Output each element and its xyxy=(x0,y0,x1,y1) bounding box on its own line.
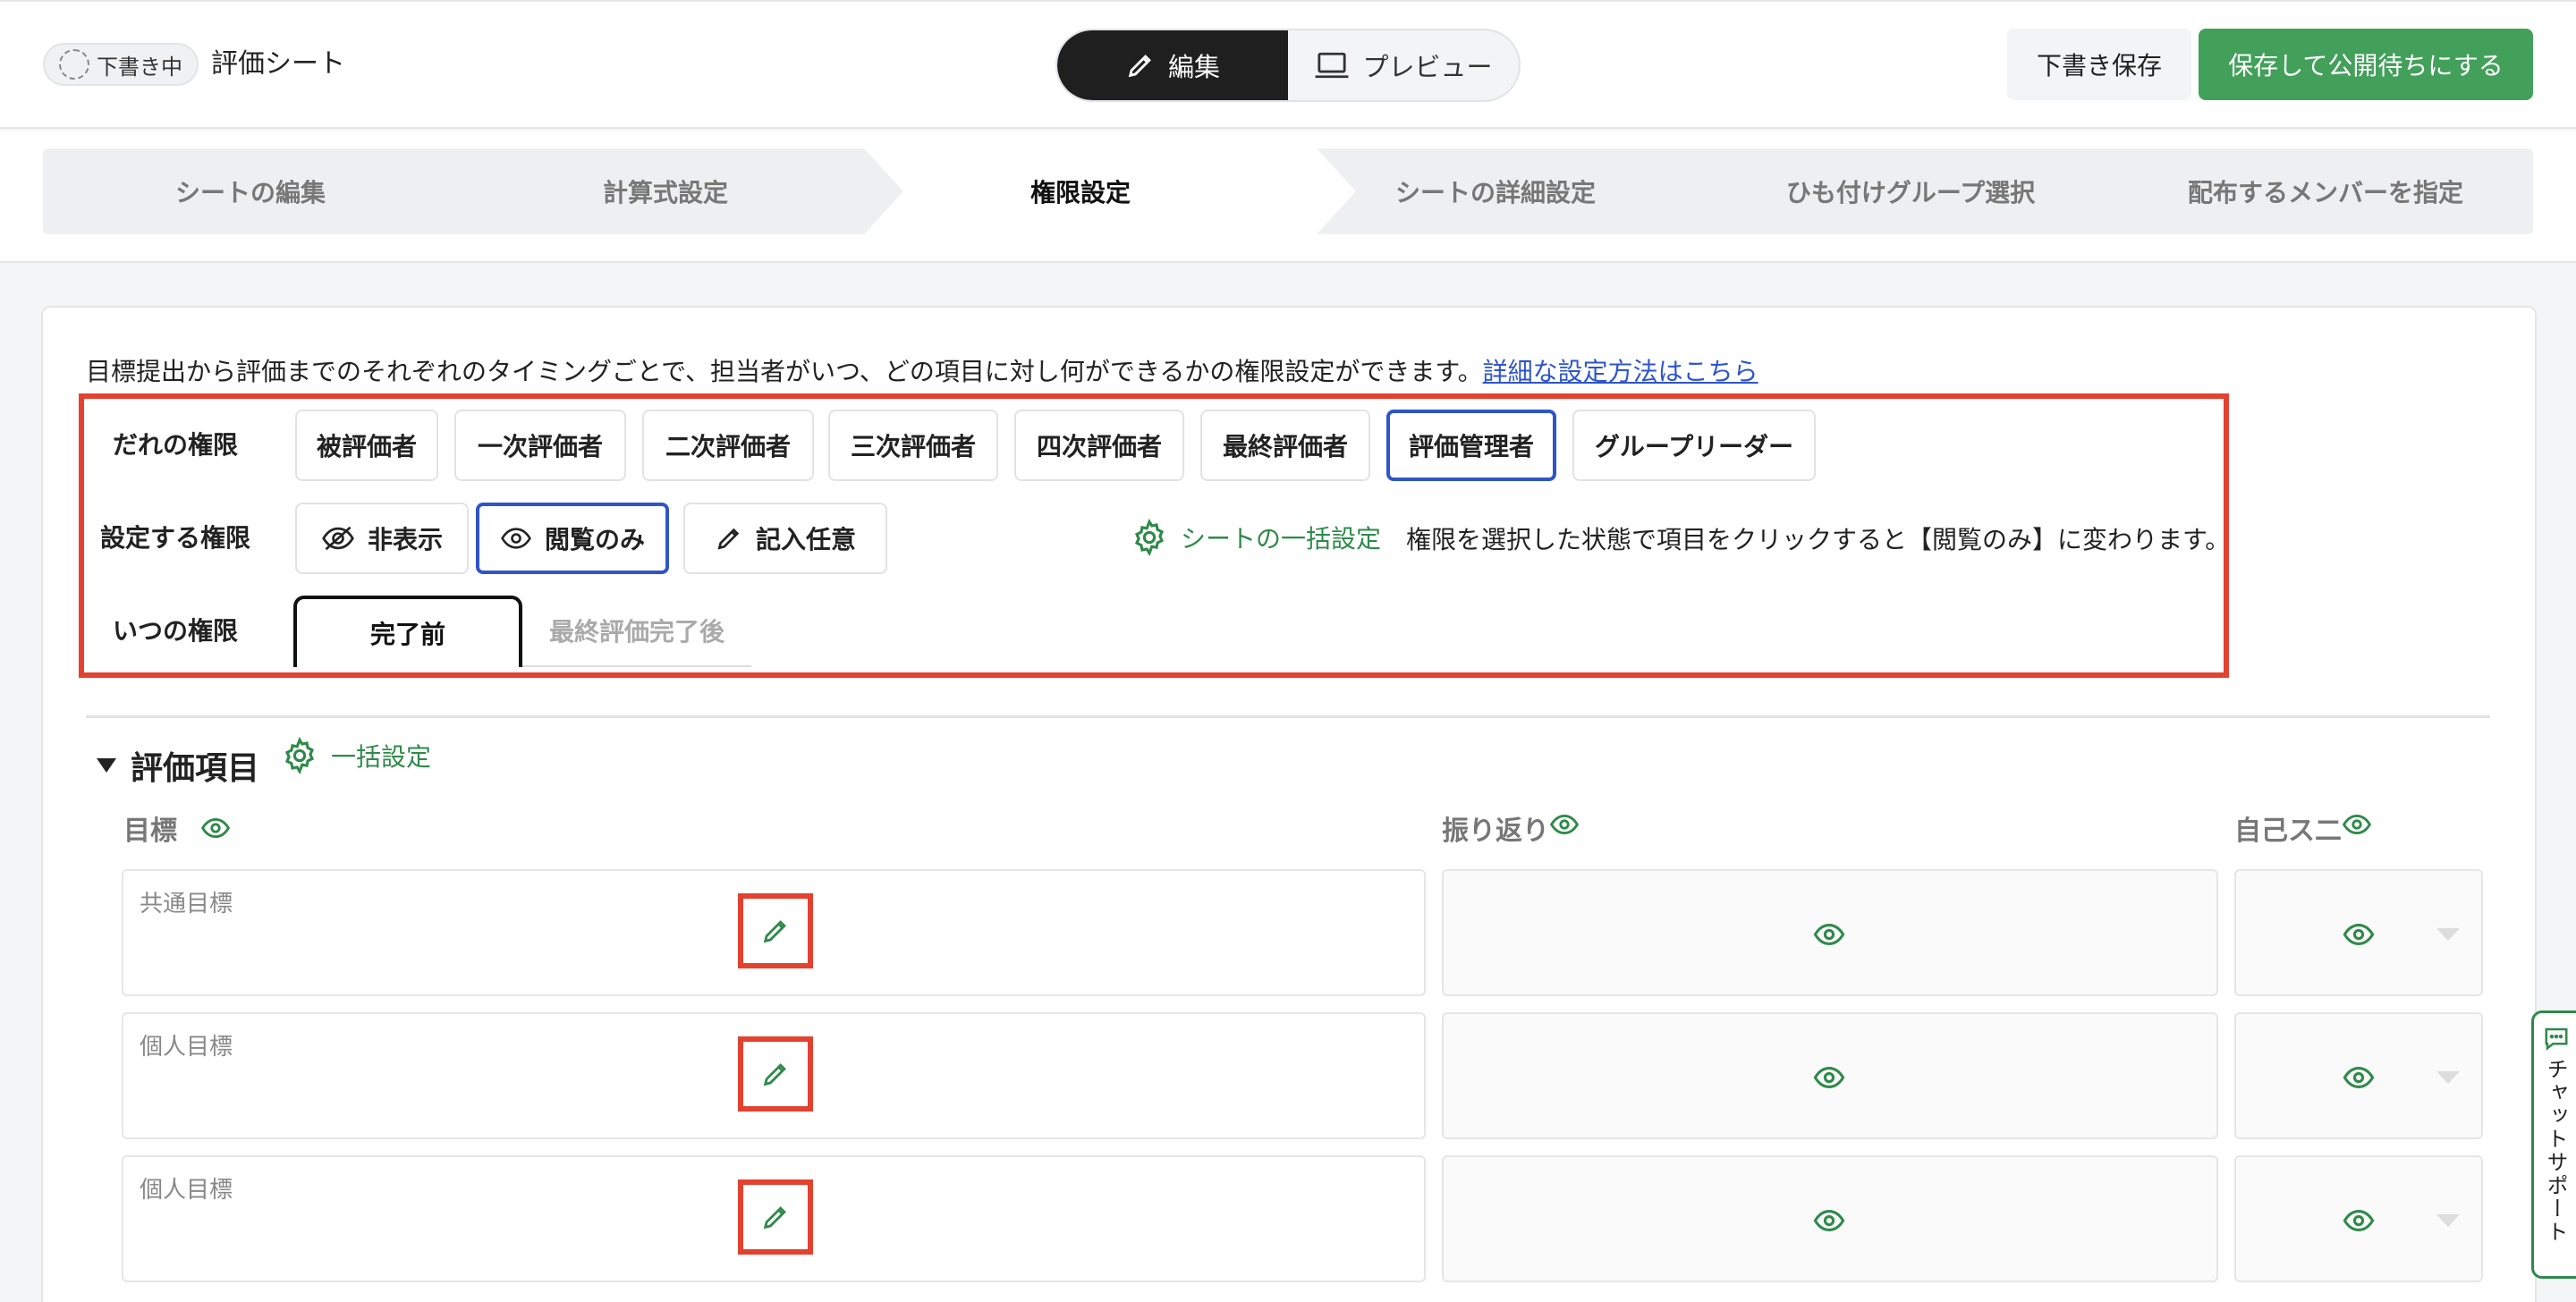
perm-hint-text: 権限を選択した状態で項目をクリックすると【閲覧のみ】に変わります。 xyxy=(1406,525,2231,554)
perm-label: 設定する権限 xyxy=(100,523,251,553)
draft-status-icon xyxy=(59,49,89,80)
eye-icon xyxy=(1812,923,1846,946)
when-tab-after-final[interactable]: 最終評価完了後 xyxy=(522,596,751,667)
preview-mode-button[interactable]: プレビュー xyxy=(1288,30,1519,100)
eye-icon[interactable] xyxy=(200,817,231,839)
who-option-admin[interactable]: 評価管理者 xyxy=(1386,410,1556,481)
perm-option-hidden-label: 非表示 xyxy=(367,525,443,554)
pencil-icon xyxy=(1125,50,1156,80)
who-option-third-evaluator[interactable]: 三次評価者 xyxy=(828,410,998,481)
perm-option-view-only-label: 閲覧のみ xyxy=(544,525,645,554)
eye-icon xyxy=(2342,923,2376,946)
perm-option-hidden[interactable]: 非表示 xyxy=(295,503,469,574)
details-link[interactable]: 詳細な設定方法はこちら xyxy=(1483,357,1758,386)
step-permissions[interactable]: 権限設定 xyxy=(873,148,1288,234)
eye-icon[interactable] xyxy=(2342,814,2372,835)
goal-field-label: 個人目標 xyxy=(140,1034,233,1061)
gear-icon xyxy=(281,737,318,774)
section-divider xyxy=(86,715,2490,718)
step-sheet-details[interactable]: シートの詳細設定 xyxy=(1288,148,1703,234)
col-head-goal-label: 目標 xyxy=(123,816,177,847)
col-head-self-label: 自己ス二 xyxy=(2234,816,2342,847)
edit-mode-button[interactable]: 編集 xyxy=(1057,30,1288,100)
perm-option-optional-entry[interactable]: 記入任意 xyxy=(683,503,887,574)
perm-option-view-only[interactable]: 閲覧のみ xyxy=(476,503,669,574)
perm-option-optional-entry-label: 記入任意 xyxy=(755,525,856,554)
save-publish-button[interactable]: 保存して公開待ちにする xyxy=(2199,29,2533,100)
col-head-reflect-label: 振り返り xyxy=(1442,816,1549,847)
gear-icon xyxy=(1131,519,1168,556)
when-label: いつの権限 xyxy=(113,616,239,646)
chat-bubble-icon xyxy=(2543,1026,2570,1051)
section-header: 評価項目 xyxy=(95,742,259,789)
intro-text: 目標提出から評価までのそれぞれのタイミングごとで、担当者がいつ、どの項目に対し何… xyxy=(86,354,1758,390)
item-bulk-setting-link[interactable]: 一括設定 xyxy=(281,737,431,774)
sheet-bulk-setting-link[interactable]: シートの一括設定 xyxy=(1131,519,1381,556)
pencil-icon[interactable] xyxy=(738,1036,813,1112)
step-sheet-edit[interactable]: シートの編集 xyxy=(43,148,458,234)
eye-icon xyxy=(2342,1066,2376,1089)
status-badge-label: 下書き中 xyxy=(97,54,182,80)
goal-field-label: 共通目標 xyxy=(140,891,233,917)
eye-off-icon xyxy=(321,525,355,552)
who-option-group-leader[interactable]: グループリーダー xyxy=(1572,410,1816,481)
who-option-first-evaluator[interactable]: 一次評価者 xyxy=(454,410,626,481)
who-option-final-evaluator[interactable]: 最終評価者 xyxy=(1200,410,1370,481)
eye-icon xyxy=(1812,1209,1846,1232)
pencil-icon xyxy=(715,524,743,553)
who-option-second-evaluator[interactable]: 二次評価者 xyxy=(642,410,814,481)
chat-support-button[interactable]: チャットサポート xyxy=(2531,1010,2576,1279)
sheet-bulk-setting-label: シートの一括設定 xyxy=(1181,524,1382,554)
mode-toggle: 編集 プレビュー xyxy=(1055,29,1521,102)
edit-mode-label: 編集 xyxy=(1167,52,1220,82)
intro-description: 目標提出から評価までのそれぞれのタイミングごとで、担当者がいつ、どの項目に対し何… xyxy=(86,357,1483,386)
status-badge: 下書き中 xyxy=(43,43,199,86)
step-members[interactable]: 配布するメンバーを指定 xyxy=(2118,148,2533,234)
sheet-title: 評価シート xyxy=(211,48,345,80)
preview-mode-label: プレビュー xyxy=(1362,52,1493,82)
step-group-link[interactable]: ひも付けグループ選択 xyxy=(1703,148,2118,234)
step-list: シートの編集 計算式設定 権限設定 シートの詳細設定 ひも付けグループ選択 配布… xyxy=(43,148,2533,234)
section-title: 評価項目 xyxy=(131,750,260,787)
laptop-icon xyxy=(1314,50,1350,80)
step-formula[interactable]: 計算式設定 xyxy=(458,148,873,234)
col-head-reflect: 振り返り xyxy=(1442,808,1558,848)
eye-icon xyxy=(2342,1209,2376,1232)
who-label: だれの権限 xyxy=(113,430,239,460)
collapse-triangle-icon[interactable] xyxy=(95,757,118,774)
chevron-down-icon xyxy=(2435,1213,2462,1229)
pencil-icon[interactable] xyxy=(738,1179,813,1255)
eye-icon[interactable] xyxy=(1549,814,1580,835)
item-bulk-setting-label: 一括設定 xyxy=(331,742,432,772)
who-option-fourth-evaluator[interactable]: 四次評価者 xyxy=(1014,410,1184,481)
col-head-self: 自己ス二 xyxy=(2234,808,2347,848)
goal-field-label: 個人目標 xyxy=(140,1177,233,1204)
eye-icon xyxy=(1812,1066,1846,1089)
eye-icon xyxy=(500,527,532,550)
col-head-goal: 目標 xyxy=(123,808,231,848)
chat-support-label: チャットサポート xyxy=(2543,1058,2568,1244)
steps-bar: シートの編集 計算式設定 権限設定 シートの詳細設定 ひも付けグループ選択 配布… xyxy=(0,131,2576,263)
chevron-down-icon xyxy=(2435,926,2462,943)
who-option-evaluatee[interactable]: 被評価者 xyxy=(295,410,438,481)
pencil-icon[interactable] xyxy=(738,893,813,968)
when-tab-before-complete[interactable]: 完了前 xyxy=(293,596,522,667)
chevron-down-icon xyxy=(2435,1070,2462,1086)
save-draft-button[interactable]: 下書き保存 xyxy=(2007,29,2191,100)
